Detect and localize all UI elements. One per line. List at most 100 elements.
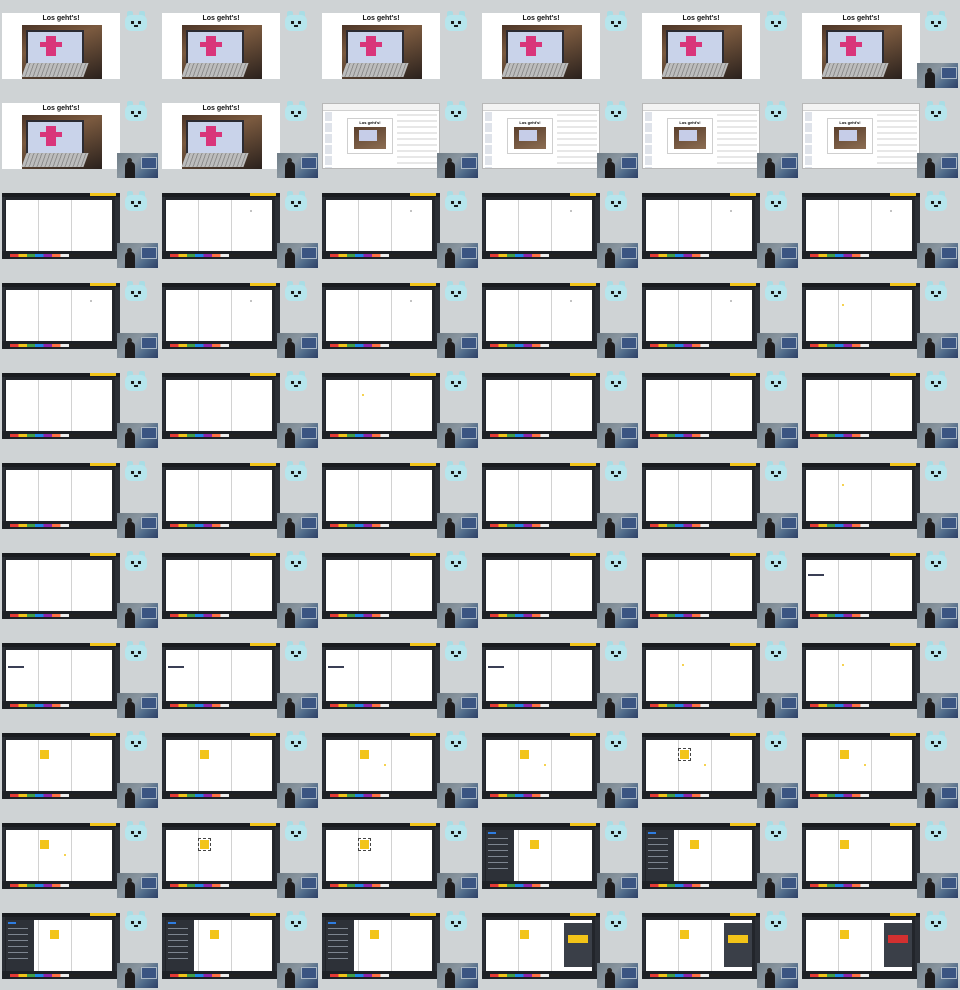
- whiteboard-preview[interactable]: [802, 913, 920, 979]
- whiteboard-preview[interactable]: [162, 193, 280, 259]
- frame-thumbnail[interactable]: [320, 630, 480, 720]
- whiteboard-preview[interactable]: [642, 373, 760, 439]
- frame-thumbnail[interactable]: [480, 360, 640, 450]
- frame-thumbnail[interactable]: Los geht's!: [480, 90, 640, 180]
- whiteboard-preview[interactable]: [642, 283, 760, 349]
- frame-thumbnail[interactable]: Los geht's!: [800, 90, 960, 180]
- whiteboard-preview[interactable]: [322, 283, 440, 349]
- frame-thumbnail[interactable]: [160, 180, 320, 270]
- frame-thumbnail[interactable]: [320, 810, 480, 900]
- yellow-square-shape[interactable]: [200, 750, 209, 759]
- yellow-square-shape[interactable]: [360, 750, 369, 759]
- whiteboard-preview[interactable]: [802, 643, 920, 709]
- whiteboard-preview[interactable]: [322, 823, 440, 889]
- whiteboard-preview[interactable]: [322, 913, 440, 979]
- yellow-square-shape[interactable]: [520, 750, 529, 759]
- frame-thumbnail[interactable]: [480, 270, 640, 360]
- frame-thumbnail[interactable]: [0, 360, 160, 450]
- frame-thumbnail[interactable]: [480, 810, 640, 900]
- yellow-square-shape[interactable]: [530, 840, 539, 849]
- frame-thumbnail[interactable]: [160, 450, 320, 540]
- frame-thumbnail[interactable]: [160, 540, 320, 630]
- frame-thumbnail[interactable]: Los geht's!: [640, 90, 800, 180]
- whiteboard-preview[interactable]: [802, 733, 920, 799]
- whiteboard-preview[interactable]: [322, 193, 440, 259]
- slide-editor-preview[interactable]: Los geht's!: [482, 103, 600, 169]
- whiteboard-preview[interactable]: [2, 913, 120, 979]
- frame-thumbnail[interactable]: [0, 900, 160, 990]
- yellow-square-shape[interactable]: [198, 838, 211, 851]
- frame-thumbnail[interactable]: [0, 630, 160, 720]
- frame-thumbnail[interactable]: [480, 900, 640, 990]
- frame-thumbnail[interactable]: [0, 810, 160, 900]
- frame-thumbnail[interactable]: [800, 270, 960, 360]
- frame-thumbnail[interactable]: [160, 900, 320, 990]
- whiteboard-preview[interactable]: [642, 733, 760, 799]
- yellow-square-shape[interactable]: [690, 840, 699, 849]
- frame-thumbnail[interactable]: [480, 630, 640, 720]
- whiteboard-preview[interactable]: [2, 373, 120, 439]
- whiteboard-preview[interactable]: [322, 373, 440, 439]
- whiteboard-preview[interactable]: [642, 643, 760, 709]
- whiteboard-preview[interactable]: [162, 823, 280, 889]
- whiteboard-preview[interactable]: [642, 553, 760, 619]
- whiteboard-preview[interactable]: [802, 463, 920, 529]
- frame-thumbnail[interactable]: [320, 540, 480, 630]
- frame-thumbnail[interactable]: [800, 900, 960, 990]
- whiteboard-preview[interactable]: [2, 463, 120, 529]
- color-dialog[interactable]: [724, 923, 752, 967]
- frame-thumbnail[interactable]: [0, 180, 160, 270]
- yellow-square-shape[interactable]: [840, 930, 849, 939]
- slide-editor-preview[interactable]: Los geht's!: [642, 103, 760, 169]
- yellow-square-shape[interactable]: [680, 930, 689, 939]
- frame-thumbnail[interactable]: [480, 540, 640, 630]
- frame-thumbnail[interactable]: [160, 270, 320, 360]
- whiteboard-preview[interactable]: [642, 913, 760, 979]
- whiteboard-preview[interactable]: [482, 823, 600, 889]
- frame-thumbnail[interactable]: Los geht's!: [320, 90, 480, 180]
- slide-editor-preview[interactable]: Los geht's!: [322, 103, 440, 169]
- frame-thumbnail[interactable]: [800, 540, 960, 630]
- whiteboard-preview[interactable]: [642, 823, 760, 889]
- frame-thumbnail[interactable]: Los geht's!: [0, 0, 160, 90]
- color-swatch[interactable]: [728, 935, 748, 943]
- frame-thumbnail[interactable]: [800, 810, 960, 900]
- frame-thumbnail[interactable]: Los geht's!: [320, 0, 480, 90]
- whiteboard-preview[interactable]: [802, 823, 920, 889]
- whiteboard-preview[interactable]: [642, 463, 760, 529]
- title-slide-preview[interactable]: Los geht's!: [802, 13, 920, 79]
- yellow-square-shape[interactable]: [358, 838, 371, 851]
- whiteboard-preview[interactable]: [162, 463, 280, 529]
- frame-thumbnail[interactable]: [160, 630, 320, 720]
- whiteboard-preview[interactable]: [642, 193, 760, 259]
- color-swatch[interactable]: [888, 935, 908, 943]
- whiteboard-preview[interactable]: [482, 283, 600, 349]
- title-slide-preview[interactable]: Los geht's!: [2, 13, 120, 79]
- whiteboard-preview[interactable]: [322, 643, 440, 709]
- whiteboard-preview[interactable]: [2, 733, 120, 799]
- yellow-square-shape[interactable]: [210, 930, 219, 939]
- whiteboard-preview[interactable]: [2, 193, 120, 259]
- whiteboard-preview[interactable]: [2, 283, 120, 349]
- frame-thumbnail[interactable]: [640, 360, 800, 450]
- frame-thumbnail[interactable]: [480, 180, 640, 270]
- whiteboard-preview[interactable]: [2, 643, 120, 709]
- title-slide-preview[interactable]: Los geht's!: [2, 103, 120, 169]
- whiteboard-preview[interactable]: [162, 283, 280, 349]
- yellow-square-shape[interactable]: [678, 748, 691, 761]
- frame-thumbnail[interactable]: [640, 270, 800, 360]
- slide-editor-preview[interactable]: Los geht's!: [802, 103, 920, 169]
- frame-thumbnail[interactable]: [160, 360, 320, 450]
- frame-thumbnail[interactable]: [480, 720, 640, 810]
- whiteboard-preview[interactable]: [2, 823, 120, 889]
- frame-thumbnail[interactable]: [0, 270, 160, 360]
- whiteboard-preview[interactable]: [802, 373, 920, 439]
- whiteboard-preview[interactable]: [802, 553, 920, 619]
- frame-thumbnail[interactable]: [800, 720, 960, 810]
- yellow-square-shape[interactable]: [50, 930, 59, 939]
- color-dialog[interactable]: [884, 923, 912, 967]
- frame-thumbnail[interactable]: [640, 720, 800, 810]
- frame-thumbnail[interactable]: [320, 720, 480, 810]
- whiteboard-preview[interactable]: [482, 643, 600, 709]
- frame-thumbnail[interactable]: [160, 720, 320, 810]
